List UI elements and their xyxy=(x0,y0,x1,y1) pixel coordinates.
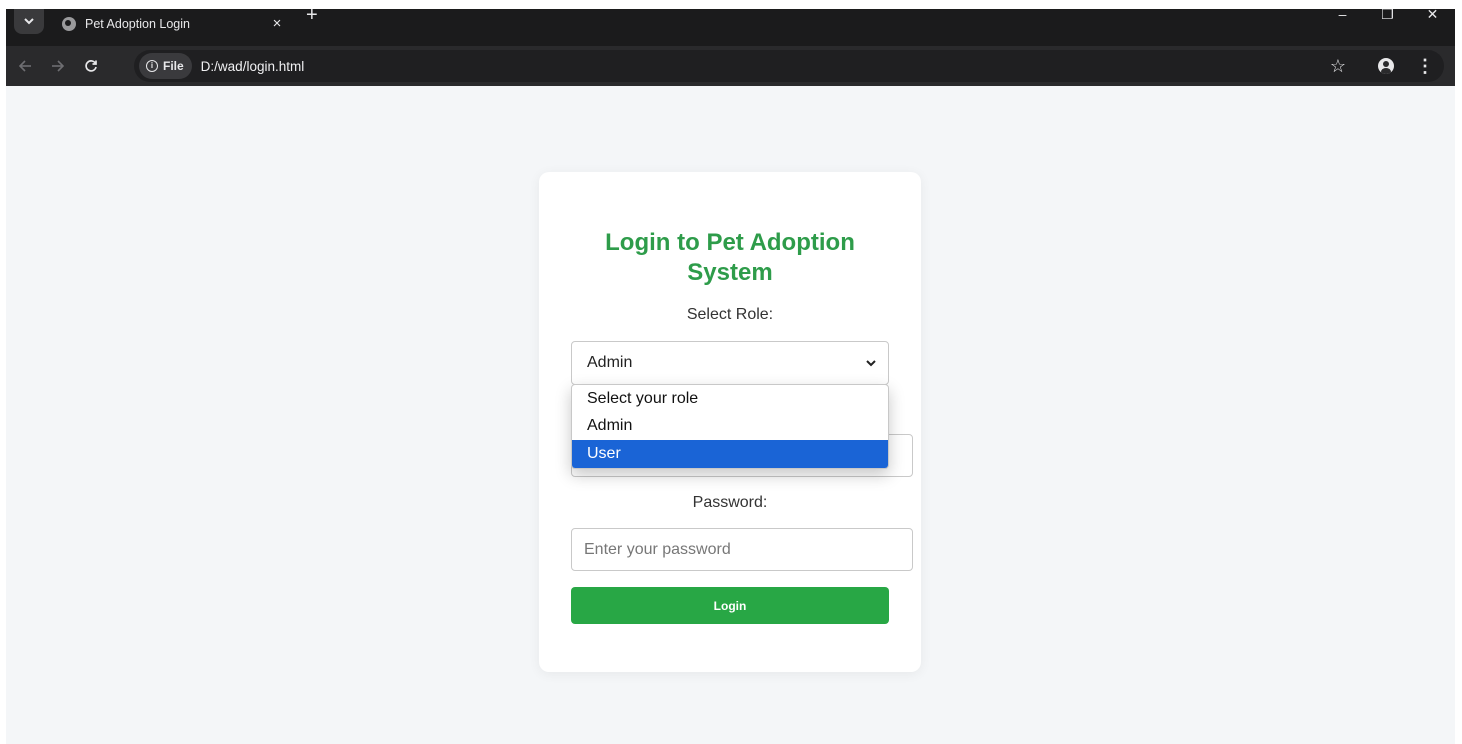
chevron-down-icon xyxy=(866,359,876,366)
browser-window: Pet Adoption Login × + – ❐ ✕ i File D:/w… xyxy=(6,9,1455,744)
chevron-down-icon xyxy=(24,18,34,25)
arrow-left-icon xyxy=(18,60,31,72)
arrow-right-icon xyxy=(52,60,65,72)
role-select-value: Admin xyxy=(587,354,633,371)
profile-icon[interactable] xyxy=(1378,58,1394,74)
site-info-chip[interactable]: i File xyxy=(139,53,192,79)
address-bar[interactable]: i File D:/wad/login.html ☆ ⋮ xyxy=(134,50,1444,82)
url-text[interactable]: D:/wad/login.html xyxy=(201,59,305,74)
tab-search-button[interactable] xyxy=(14,9,44,34)
login-card: Login to Pet Adoption System Select Role… xyxy=(539,172,921,672)
back-button[interactable] xyxy=(11,52,39,80)
login-button[interactable]: Login xyxy=(571,587,889,624)
address-bar-actions: ☆ ⋮ xyxy=(1330,50,1444,82)
password-placeholder: Enter your password xyxy=(584,540,731,558)
close-window-button[interactable]: ✕ xyxy=(1410,9,1455,21)
tab-close-button[interactable]: × xyxy=(268,15,286,32)
info-icon: i xyxy=(146,60,158,72)
role-select[interactable]: Admin xyxy=(571,341,889,385)
browser-toolbar: i File D:/wad/login.html ☆ ⋮ xyxy=(6,46,1455,86)
password-label: Password: xyxy=(692,494,768,511)
password-input[interactable]: Enter your password xyxy=(571,528,913,571)
tab-title: Pet Adoption Login xyxy=(85,16,190,31)
reload-icon xyxy=(85,60,97,72)
forward-button[interactable] xyxy=(44,52,72,80)
role-option-placeholder[interactable]: Select your role xyxy=(572,385,888,413)
window-controls: – ❐ ✕ xyxy=(1320,9,1455,31)
title-line-1: Login to Pet Adoption xyxy=(605,229,855,256)
reload-button[interactable] xyxy=(77,52,105,80)
role-option-user[interactable]: User xyxy=(572,440,888,468)
role-label: Select Role: xyxy=(686,306,774,323)
minimize-button[interactable]: – xyxy=(1320,9,1365,21)
role-option-admin[interactable]: Admin xyxy=(572,413,888,441)
tab-pet-adoption-login[interactable]: Pet Adoption Login × xyxy=(50,9,296,46)
tab-strip: Pet Adoption Login × + – ❐ ✕ xyxy=(6,9,1455,46)
new-tab-button[interactable]: + xyxy=(306,9,318,34)
site-chip-label: File xyxy=(163,59,184,73)
menu-kebab-icon[interactable]: ⋮ xyxy=(1416,56,1434,77)
role-dropdown-list: Select your role Admin User xyxy=(571,384,889,469)
title-line-2: System xyxy=(687,259,773,286)
bookmark-star-icon[interactable]: ☆ xyxy=(1330,56,1346,77)
globe-icon xyxy=(62,16,76,31)
page-title: Login to Pet Adoption System xyxy=(539,228,921,288)
restore-button[interactable]: ❐ xyxy=(1365,9,1410,21)
